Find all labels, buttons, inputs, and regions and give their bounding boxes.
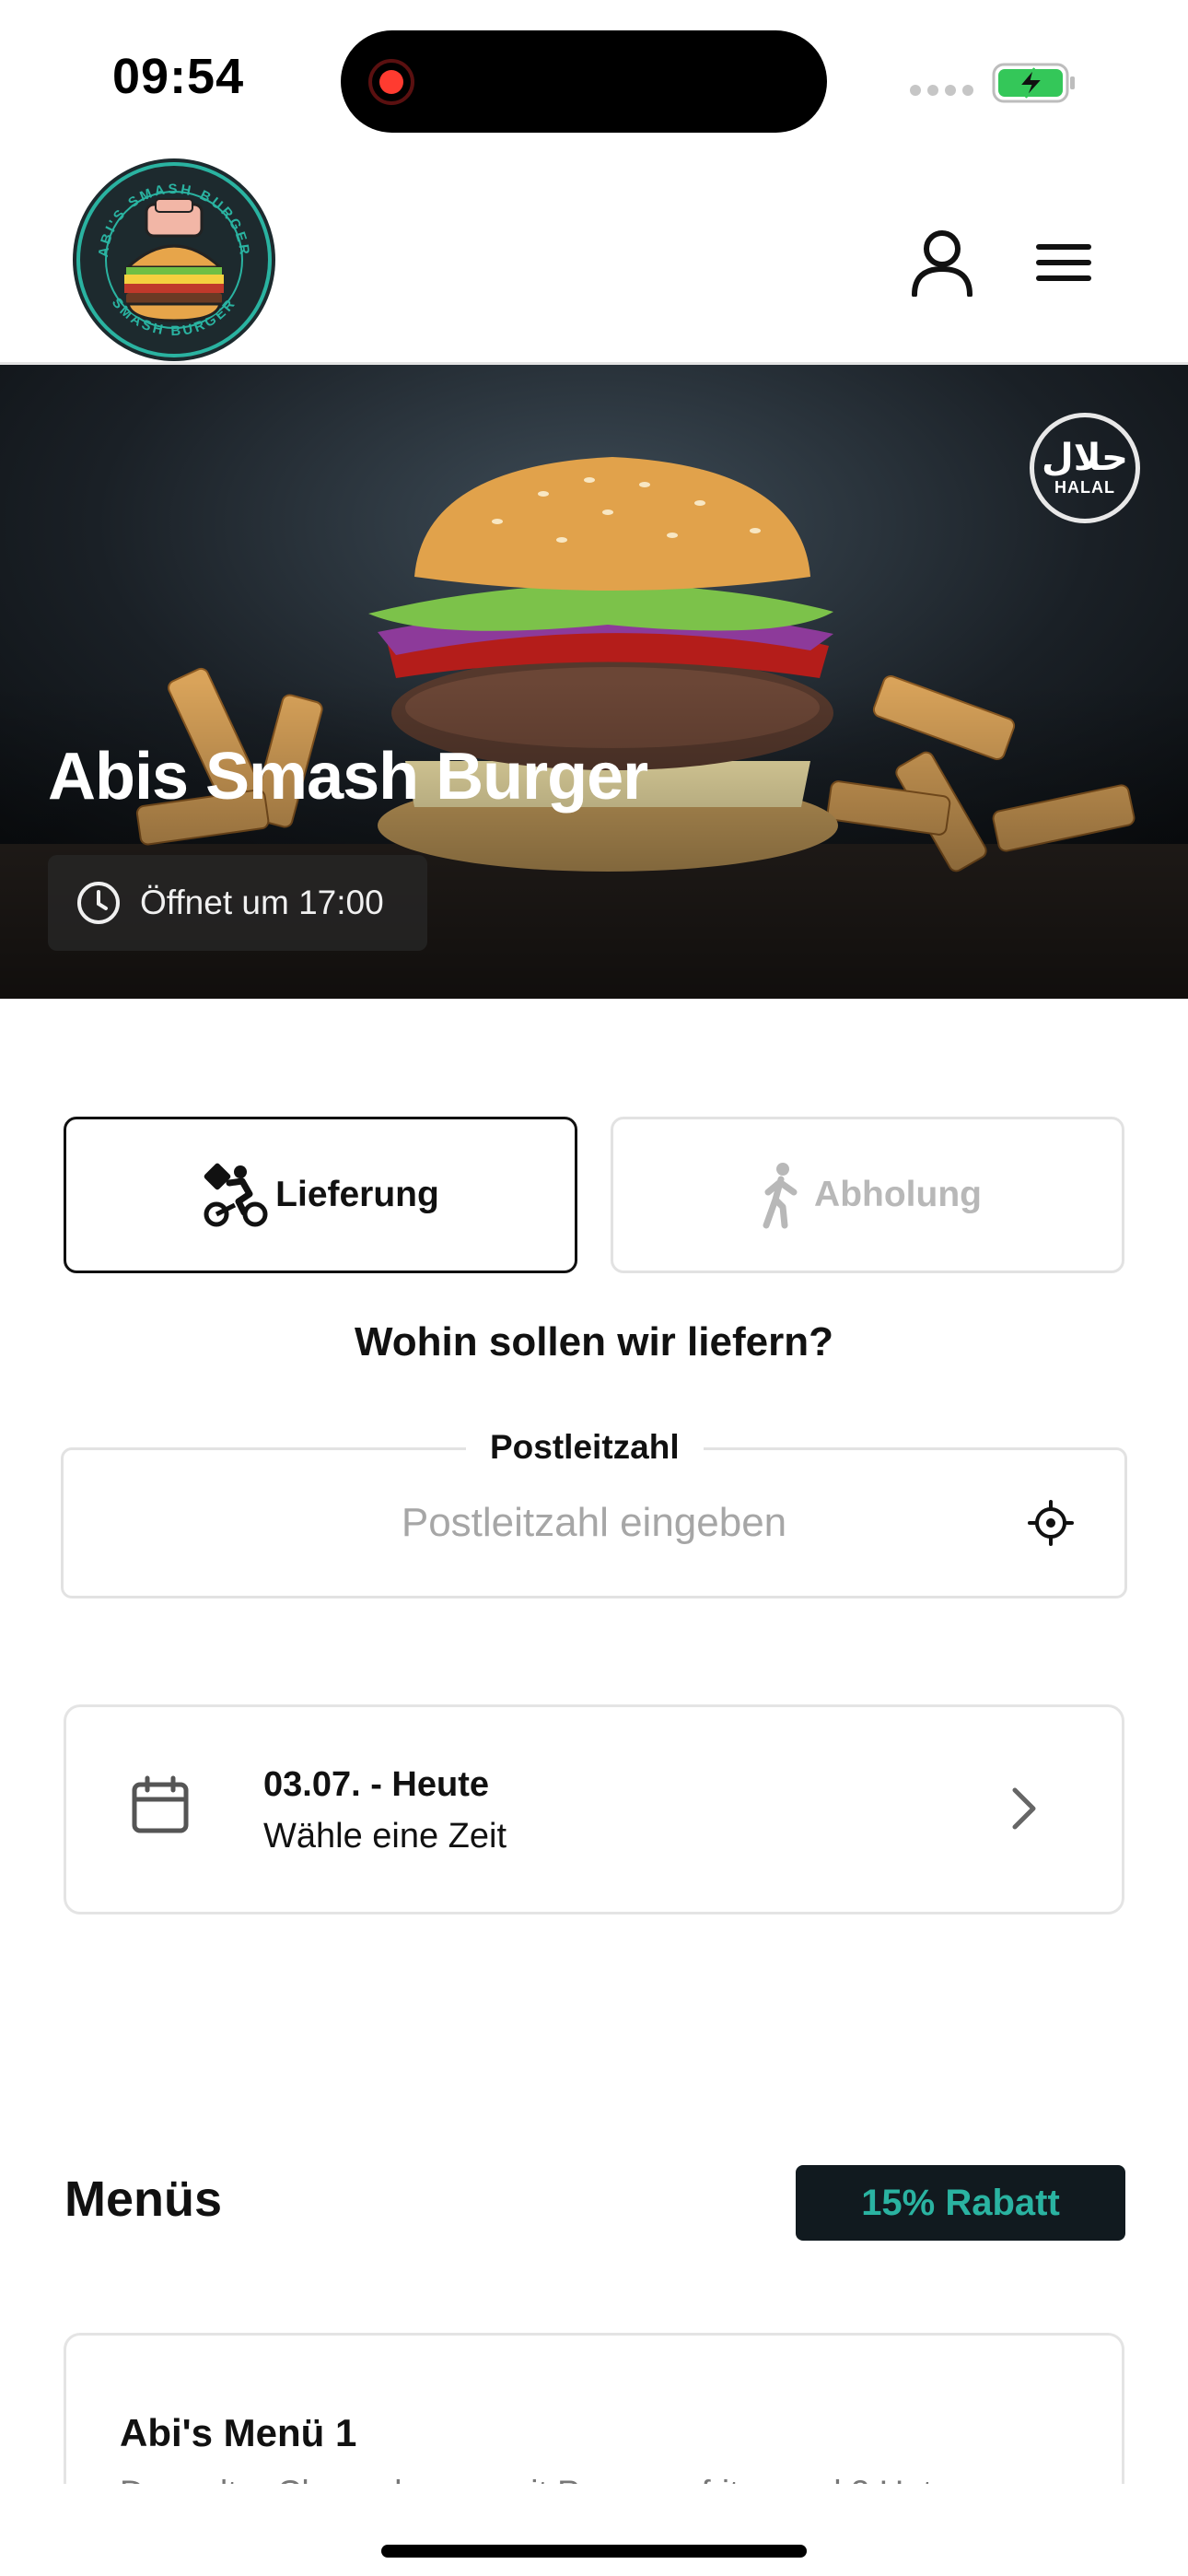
delivery-bike-icon — [204, 1163, 268, 1227]
hamburger-menu-icon — [1036, 244, 1091, 281]
postal-code-label: Postleitzahl — [466, 1428, 704, 1467]
opening-status-text: Öffnet um 17:00 — [140, 884, 384, 921]
status-bar: 09:54 — [0, 0, 1188, 157]
halal-badge-arabic: حلال — [1042, 436, 1128, 479]
cellular-signal-icon — [910, 85, 973, 96]
schedule-time-picker[interactable]: 03.07. - Heute Wähle eine Zeit — [64, 1704, 1124, 1914]
account-button[interactable] — [901, 221, 984, 304]
halal-badge-latin: HALAL — [1054, 477, 1115, 497]
delivery-mode-label: Lieferung — [275, 1175, 439, 1214]
restaurant-logo[interactable]: ABI'S SMASH BURGER SMASH BURGER — [71, 157, 278, 364]
home-indicator[interactable] — [381, 2545, 807, 2558]
halal-badge: حلال HALAL — [1030, 413, 1140, 523]
clock-icon — [77, 882, 120, 924]
main-menu-button[interactable] — [1022, 221, 1105, 304]
battery-charging-icon — [992, 63, 1075, 103]
walking-person-icon — [763, 1163, 798, 1229]
menus-section-title: Menüs — [64, 2172, 223, 2227]
opening-status-badge: Öffnet um 17:00 — [48, 855, 427, 951]
delivery-question: Wohin sollen wir liefern? — [355, 1319, 833, 1364]
app-header: ABI'S SMASH BURGER SMASH BURGER — [0, 157, 1188, 365]
chevron-right-icon — [1012, 1787, 1036, 1830]
postal-code-input[interactable] — [64, 1450, 1124, 1596]
bottom-safe-area — [0, 2484, 1188, 2576]
recording-indicator-icon — [368, 59, 414, 105]
discount-badge: 15% Rabatt — [796, 2165, 1125, 2241]
crosshair-location-icon — [1028, 1500, 1074, 1546]
delivery-mode-button[interactable]: Lieferung — [64, 1117, 577, 1273]
user-icon — [912, 230, 973, 297]
pickup-mode-label: Abholung — [814, 1175, 982, 1214]
status-time: 09:54 — [112, 49, 245, 104]
calendar-icon — [132, 1775, 189, 1833]
pickup-mode-button[interactable]: Abholung — [611, 1117, 1124, 1273]
menu-item-name: Abi's Menü 1 — [120, 2411, 357, 2454]
schedule-date: 03.07. - Heute — [263, 1765, 489, 1804]
dynamic-island — [341, 30, 827, 133]
hero-banner: حلال HALAL Abis Smash Burger Öffnet um 1… — [0, 365, 1188, 999]
locate-me-button[interactable] — [1020, 1493, 1081, 1553]
postal-code-field[interactable] — [61, 1447, 1127, 1598]
schedule-prompt: Wähle eine Zeit — [263, 1817, 507, 1856]
restaurant-name: Abis Smash Burger — [48, 740, 648, 814]
